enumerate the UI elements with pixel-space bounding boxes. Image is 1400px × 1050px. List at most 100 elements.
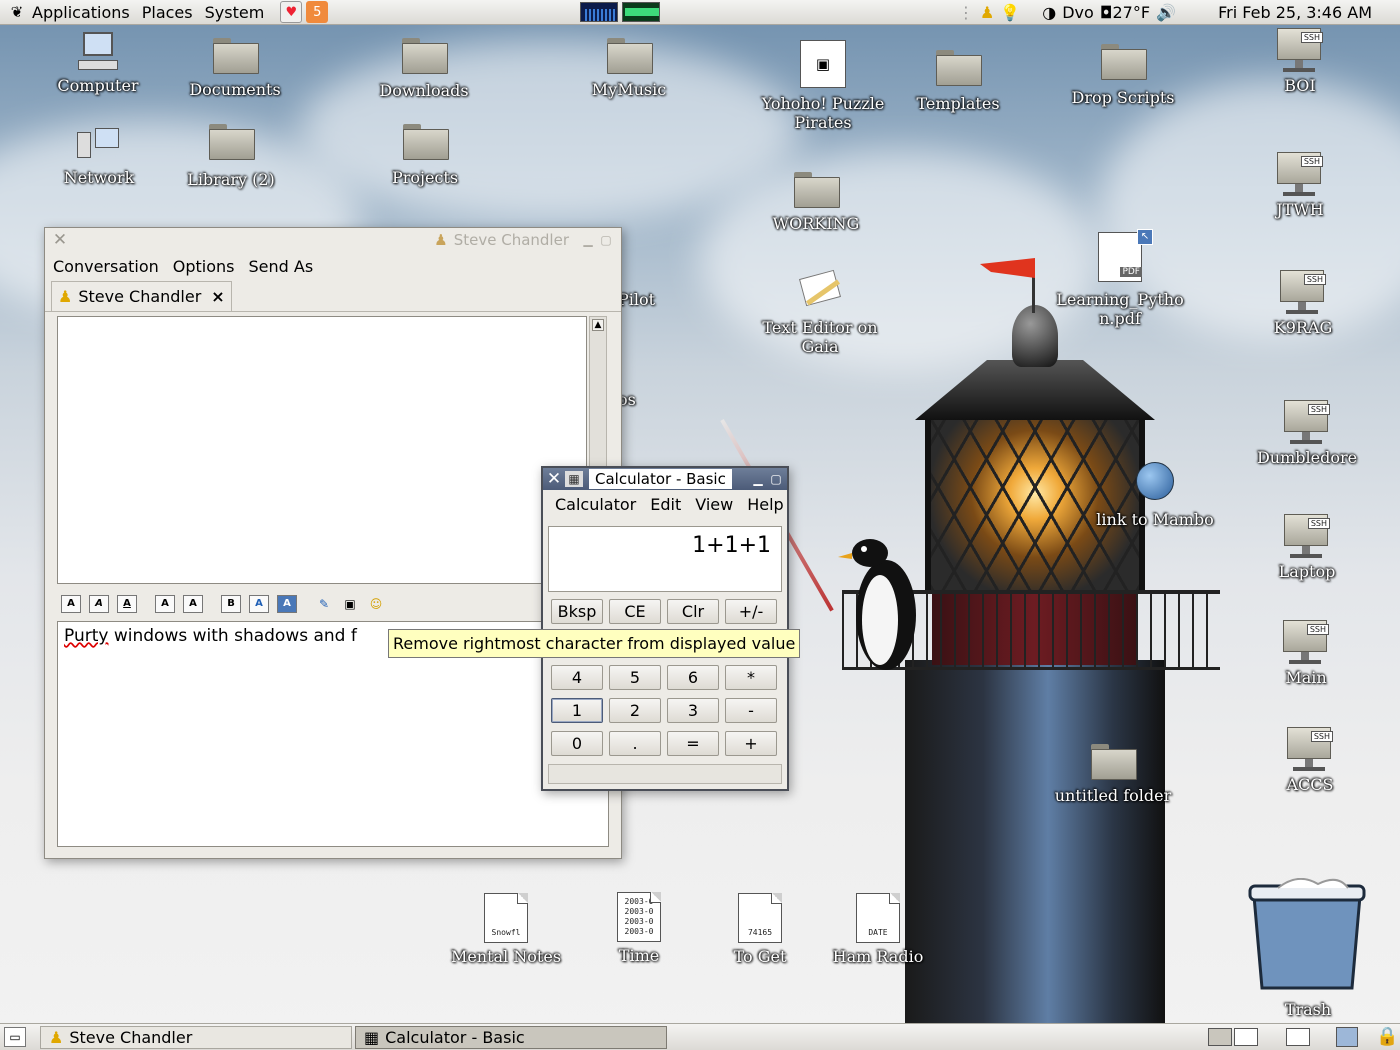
equals-button[interactable]: = (667, 731, 719, 756)
font-shrink-button[interactable]: A (183, 595, 203, 613)
desktop-icon-yohoho[interactable]: ▣ Yohoho! Puzzle Pirates (748, 40, 898, 132)
desktop-icon-working[interactable]: WORKING (741, 172, 891, 233)
minimize-icon[interactable]: ▁ (749, 471, 767, 487)
desktop-icon-computer[interactable]: Computer (23, 32, 173, 95)
desktop-icon-ham-radio[interactable]: DATE Ham Radio (803, 893, 953, 966)
message-history[interactable] (57, 316, 587, 584)
workspace-2[interactable] (1234, 1028, 1258, 1046)
buddy-icon: ♟ (58, 286, 73, 306)
desktop-icon-untitled-folder[interactable]: untitled folder (1038, 744, 1188, 805)
digit-4-button[interactable]: 4 (551, 665, 603, 690)
desktop-icon-downloads[interactable]: Downloads (349, 38, 499, 100)
desktop-icon-mymusic[interactable]: MyMusic (554, 38, 704, 99)
underline-button[interactable]: A (117, 595, 137, 613)
scroll-up-icon[interactable]: ▲ (592, 319, 604, 331)
task-label: Steve Chandler (69, 1028, 193, 1047)
menu-send-as[interactable]: Send As (249, 257, 314, 276)
digit-1-button[interactable]: 1 (551, 698, 603, 723)
memory-monitor-icon[interactable] (622, 2, 660, 22)
plus-minus-button[interactable]: +/- (725, 599, 777, 624)
task-calculator[interactable]: ▦ Calculator - Basic (355, 1026, 667, 1049)
close-icon[interactable]: ✕ (51, 230, 69, 250)
maximize-icon[interactable]: ▢ (597, 232, 615, 248)
minimize-icon[interactable]: ▁ (579, 232, 597, 248)
italic-button[interactable]: A (89, 595, 109, 613)
menu-help[interactable]: Help (747, 495, 783, 514)
digit-0-button[interactable]: 0 (551, 731, 603, 756)
image-icon[interactable]: ▣ (341, 596, 359, 612)
clock[interactable]: Fri Feb 25, 3:46 AM (1218, 3, 1372, 22)
desktop-icon-dumbledore[interactable]: SSH Dumbledore (1232, 400, 1382, 467)
tab-steve-chandler[interactable]: ♟ Steve Chandler × (51, 280, 232, 311)
desktop-icon-jtwh[interactable]: SSH JTWH (1225, 152, 1375, 219)
desktop-icon-documents[interactable]: Documents (160, 38, 310, 99)
ssh-folder-icon: SSH (1280, 270, 1326, 316)
buddy-icon[interactable]: ♟ (980, 3, 994, 22)
tray-monitor-icon[interactable] (1336, 1027, 1358, 1047)
weather-location[interactable]: Dvo (1062, 3, 1094, 22)
workspace-3[interactable] (1286, 1028, 1310, 1046)
desktop-icon-templates[interactable]: Templates (883, 50, 1033, 113)
task-steve-chandler[interactable]: ♟ Steve Chandler (40, 1026, 352, 1049)
desktop-icon-laptop[interactable]: SSH Laptop (1232, 514, 1382, 581)
bulb-icon[interactable]: 💡 (1000, 3, 1020, 22)
gnome-foot-icon[interactable]: ❦ (8, 3, 26, 21)
link-icon[interactable]: ✎ (315, 596, 333, 612)
desktop-icon-network[interactable]: Network (24, 128, 174, 187)
show-desktop-icon[interactable]: ▭ (4, 1027, 26, 1047)
desktop-icon-projects[interactable]: Projects (350, 124, 500, 187)
places-menu[interactable]: Places (142, 3, 193, 22)
desktop-icon-boi[interactable]: SSH BOI (1225, 28, 1375, 95)
subtract-button[interactable]: - (725, 698, 777, 723)
menu-options[interactable]: Options (173, 257, 235, 276)
maximize-icon[interactable]: ▢ (767, 471, 785, 487)
desktop-icon-library[interactable]: Library (2) (156, 124, 306, 189)
menu-view[interactable]: View (695, 495, 733, 514)
bksp-button[interactable]: Bksp (551, 599, 603, 624)
digit-6-button[interactable]: 6 (667, 665, 719, 690)
menu-edit[interactable]: Edit (650, 495, 681, 514)
multiply-button[interactable]: * (725, 665, 777, 690)
desktop-icon-learning-python[interactable]: PDF ↖ Learning_Pytho n.pdf (1045, 229, 1195, 328)
dumbledore-label: Dumbledore (1256, 448, 1358, 467)
clr-button[interactable]: Clr (667, 599, 719, 624)
desktop-icon-main[interactable]: SSH Main (1231, 620, 1381, 687)
calculator-display[interactable]: 1+1+1 (548, 526, 782, 592)
menu-calculator[interactable]: Calculator (555, 495, 636, 514)
font-face-button[interactable]: B (221, 595, 241, 613)
desktop-icon-text-editor[interactable]: Text Editor on Gaia (745, 268, 895, 356)
desktop-icon-mental-notes[interactable]: Snowfl Mental Notes (431, 893, 581, 966)
lock-icon[interactable]: 🔒 (1376, 1026, 1398, 1047)
ce-button[interactable]: CE (609, 599, 661, 624)
ssh-tag: SSH (1307, 518, 1330, 529)
applications-menu[interactable]: Applications (32, 3, 130, 22)
system-menu[interactable]: System (205, 3, 265, 22)
cpu-monitor-icon[interactable] (580, 2, 618, 22)
folder-icon (794, 172, 840, 208)
bold-button[interactable]: A (61, 595, 81, 613)
background-color-button[interactable]: A (277, 595, 297, 613)
volume-icon[interactable]: 🔊 (1156, 3, 1176, 22)
close-icon[interactable]: ✕ (545, 469, 563, 489)
add-button[interactable]: + (725, 731, 777, 756)
heart-launcher-icon[interactable]: ♥ (280, 1, 303, 23)
digit-2-button[interactable]: 2 (609, 698, 661, 723)
desktop-icon-link-mambo[interactable]: link to Mambo (1080, 462, 1230, 529)
menu-conversation[interactable]: Conversation (53, 257, 159, 276)
calculator-titlebar[interactable]: ✕ ▦ Calculator - Basic ▁ ▢ (543, 468, 787, 490)
conversation-titlebar[interactable]: ✕ ♟ Steve Chandler ▁ ▢ (45, 228, 621, 252)
desktop-icon-k9rag[interactable]: SSH K9RAG (1228, 270, 1378, 337)
tab-close-icon[interactable]: × (211, 287, 224, 306)
digit-5-button[interactable]: 5 (609, 665, 661, 690)
smiley-icon[interactable]: ☺ (367, 596, 385, 612)
desktop-icon-drop-scripts[interactable]: Drop Scripts (1048, 44, 1198, 107)
text-color-button[interactable]: A (249, 595, 269, 613)
moon-icon[interactable]: ◑ (1042, 3, 1056, 22)
font-grow-button[interactable]: A (155, 595, 175, 613)
app-launcher-icon[interactable]: 5 (306, 1, 329, 23)
decimal-point-button[interactable]: . (609, 731, 661, 756)
workspace-1[interactable] (1208, 1028, 1232, 1046)
desktop-icon-accs[interactable]: SSH ACCS (1235, 727, 1385, 794)
digit-3-button[interactable]: 3 (667, 698, 719, 723)
temperature[interactable]: 27°F (1112, 3, 1150, 22)
